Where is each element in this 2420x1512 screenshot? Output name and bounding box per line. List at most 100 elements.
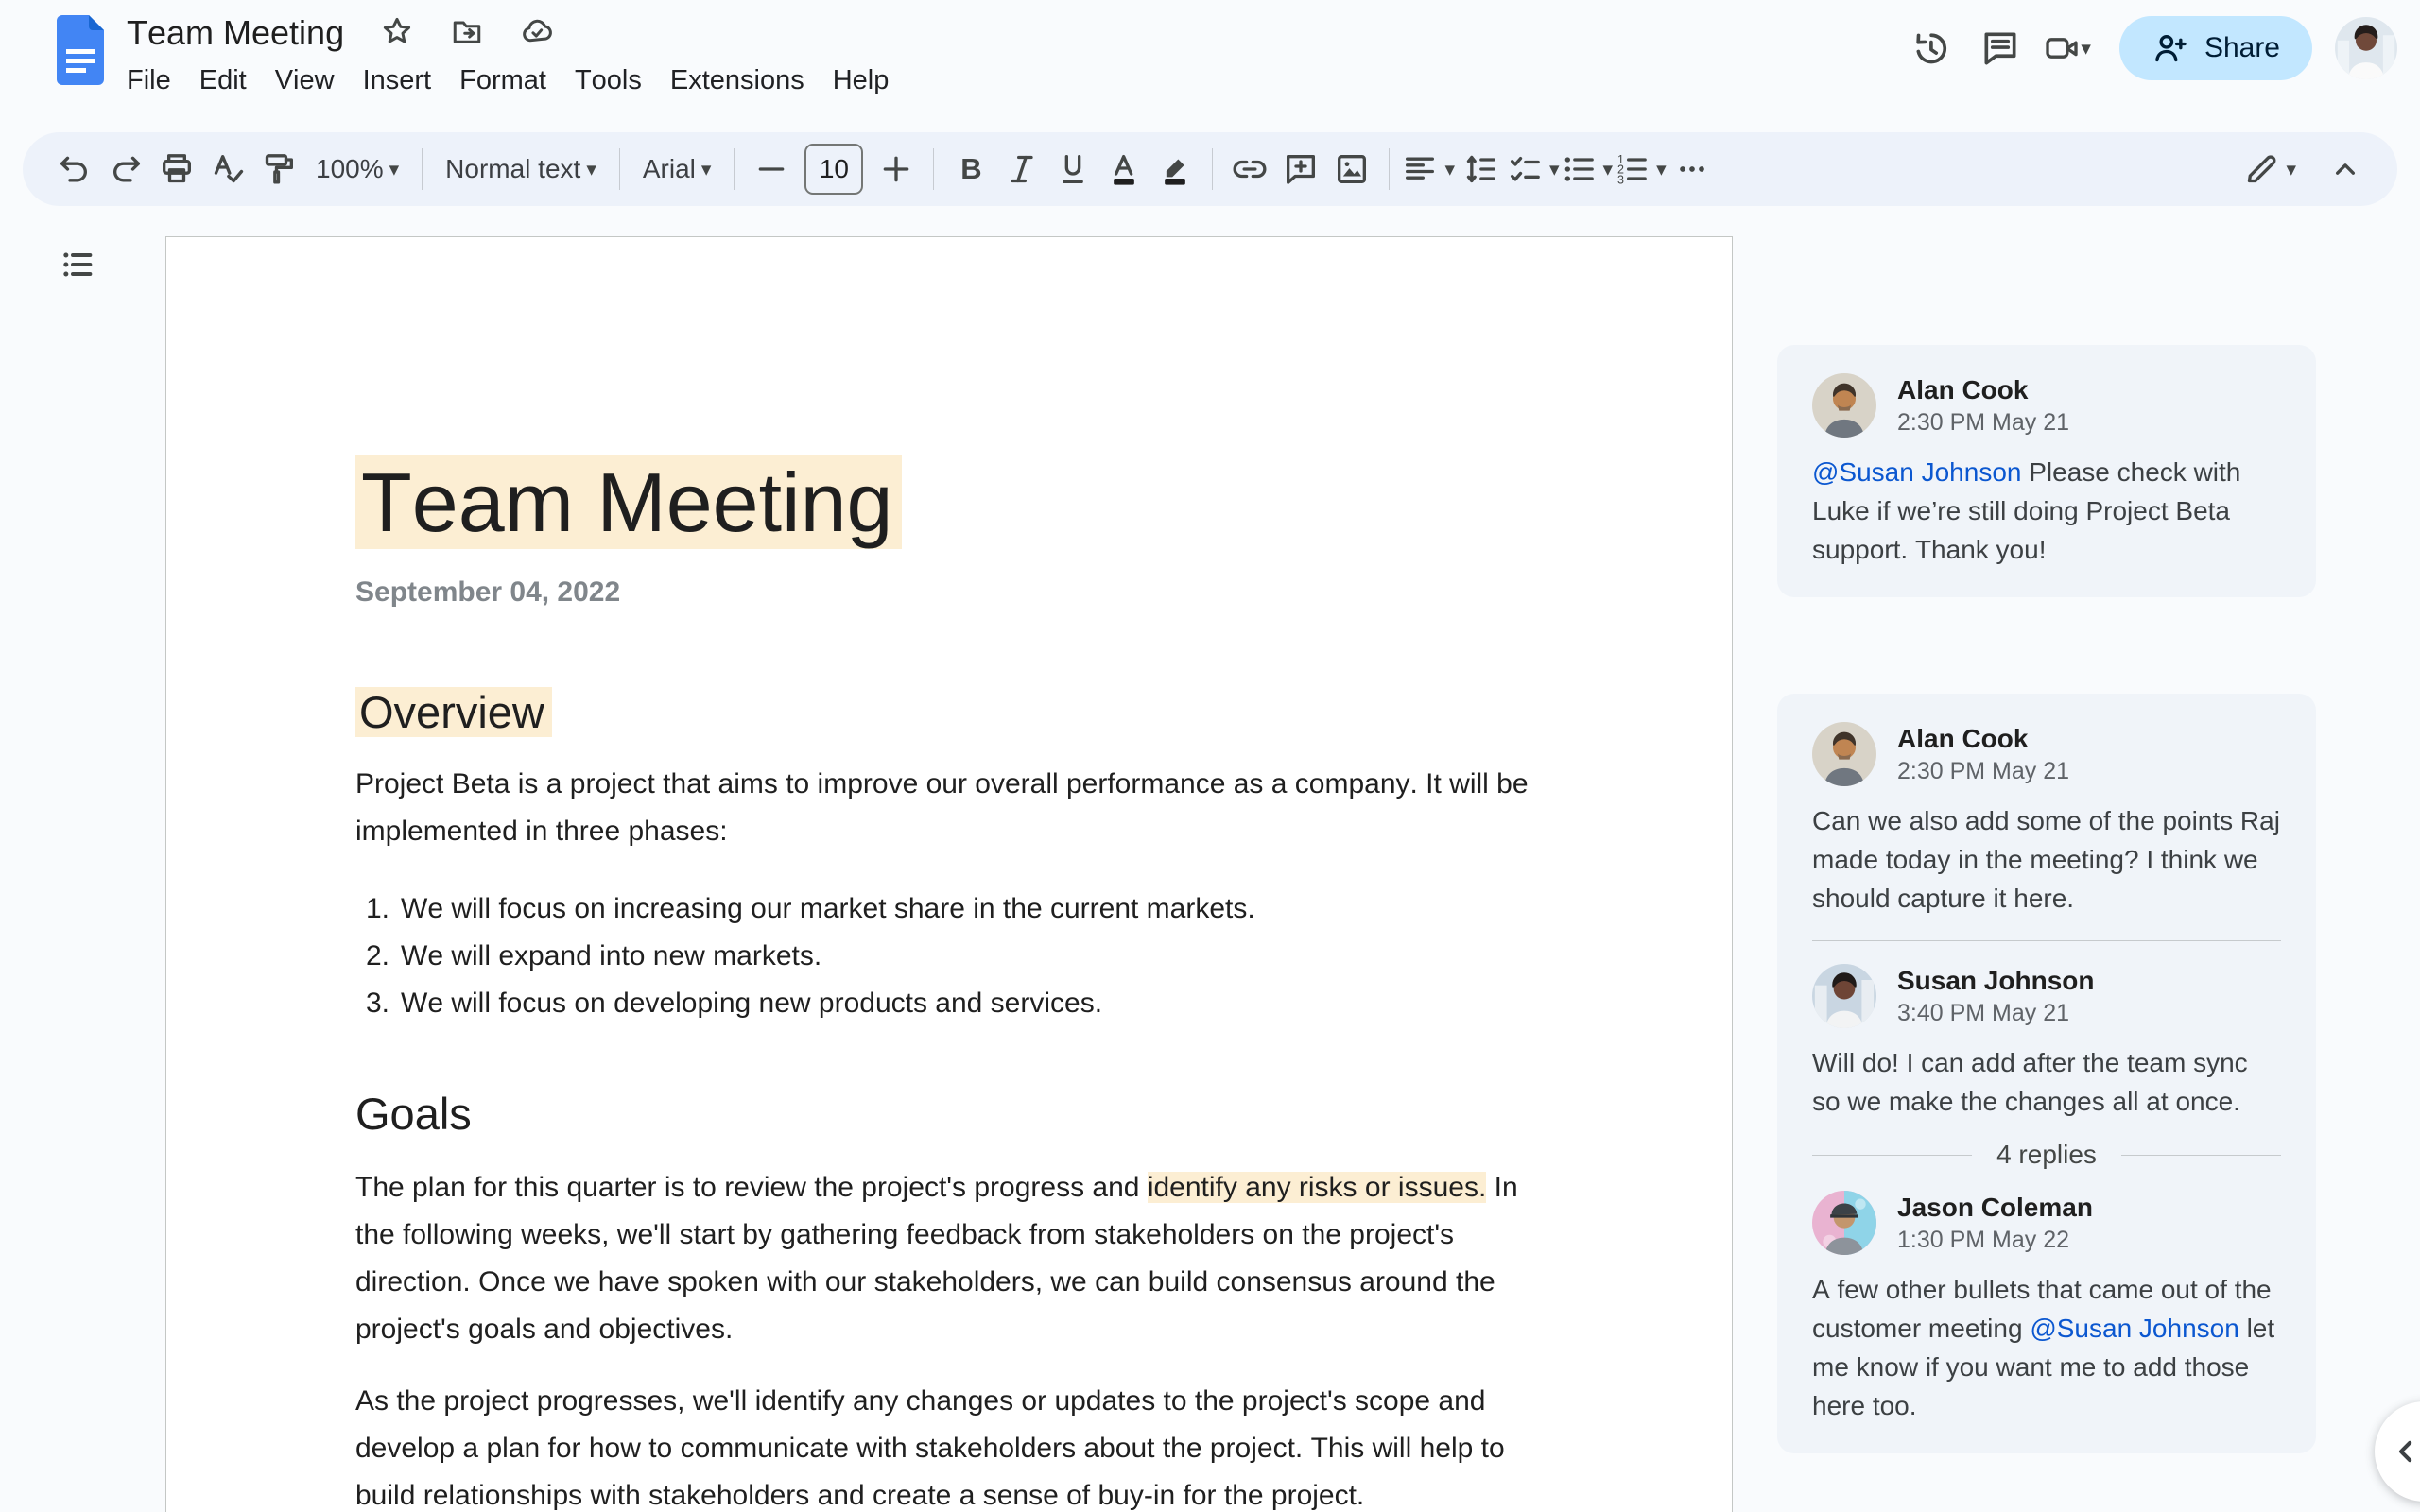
highlighted-text: identify any risks or issues. bbox=[1147, 1172, 1487, 1203]
add-comment-button[interactable] bbox=[1275, 142, 1326, 197]
comment-card[interactable]: Alan Cook 2:30 PM May 21 @Susan Johnson … bbox=[1777, 345, 2316, 597]
share-button[interactable]: Share bbox=[2118, 16, 2312, 80]
comment-timestamp: 3:40 PM May 21 bbox=[1897, 1000, 2070, 1026]
commenter-avatar bbox=[1812, 1191, 1876, 1255]
commenter-name: Jason Coleman bbox=[1897, 1193, 2093, 1222]
doc-date[interactable]: September 04, 2022 bbox=[355, 576, 1543, 609]
app-header: Team Meeting File Edit View Insert Forma… bbox=[0, 0, 2420, 112]
header-actions: ▾ Share bbox=[1895, 13, 2397, 83]
bold-button[interactable]: B bbox=[945, 142, 996, 197]
bulleted-list-button[interactable]: ▾ bbox=[1560, 142, 1614, 197]
svg-text:3: 3 bbox=[1617, 174, 1624, 187]
spell-check-button[interactable] bbox=[202, 142, 253, 197]
checklist-button[interactable]: ▾ bbox=[1506, 142, 1560, 197]
comment-body: Will do! I can add after the team sync s… bbox=[1812, 1048, 2248, 1116]
doc-paragraph-goals-1[interactable]: The plan for this quarter is to review t… bbox=[355, 1164, 1537, 1353]
increase-font-size-button[interactable] bbox=[871, 142, 922, 197]
more-options-button[interactable] bbox=[1667, 142, 1718, 197]
menu-extensions[interactable]: Extensions bbox=[656, 62, 819, 102]
insert-image-button[interactable] bbox=[1326, 142, 1377, 197]
zoom-select[interactable]: 100% ▾ bbox=[304, 142, 410, 197]
align-button[interactable]: ▾ bbox=[1401, 142, 1455, 197]
menu-format[interactable]: Format bbox=[445, 62, 561, 102]
zoom-caret-icon: ▾ bbox=[389, 158, 400, 180]
font-family-select[interactable]: Arial ▾ bbox=[631, 142, 723, 197]
print-button[interactable] bbox=[151, 142, 202, 197]
version-history-icon[interactable] bbox=[1895, 13, 1965, 83]
list-item[interactable]: 2. We will expand into new markets. bbox=[355, 933, 1543, 980]
style-caret-icon: ▾ bbox=[586, 158, 596, 180]
toolbar-separator bbox=[933, 148, 935, 190]
text-color-button[interactable] bbox=[1098, 142, 1150, 197]
editor-canvas: Team Meeting September 04, 2022 Overview… bbox=[0, 210, 2420, 1512]
comment-timestamp: 1:30 PM May 22 bbox=[1897, 1227, 2070, 1253]
menu-view[interactable]: View bbox=[261, 62, 349, 102]
divider-line bbox=[2120, 1154, 2281, 1156]
comment-body: Can we also add some of the points Raj m… bbox=[1812, 806, 2280, 913]
commenter-name: Susan Johnson bbox=[1897, 966, 2095, 995]
menu-file[interactable]: File bbox=[127, 62, 185, 102]
formatting-toolbar: 100% ▾ Normal text ▾ Arial ▾ 10 B ▾ ▾ ▾ … bbox=[23, 132, 2397, 206]
comments-icon[interactable] bbox=[1965, 13, 2035, 83]
redo-button[interactable] bbox=[100, 142, 151, 197]
doc-heading-overview[interactable]: Overview bbox=[355, 684, 1543, 740]
comment-body: A few other bullets that came out of the… bbox=[1812, 1275, 2275, 1420]
highlight-color-button[interactable] bbox=[1150, 142, 1201, 197]
document-title-field[interactable]: Team Meeting bbox=[127, 13, 344, 53]
hide-comments-button[interactable] bbox=[2375, 1401, 2420, 1502]
replies-toggle[interactable]: 4 replies bbox=[1812, 1140, 2281, 1170]
bulleted-list-caret-icon: ▾ bbox=[1602, 158, 1614, 180]
menu-edit[interactable]: Edit bbox=[185, 62, 261, 102]
toolbar-separator bbox=[1389, 148, 1391, 190]
doc-paragraph-overview[interactable]: Project Beta is a project that aims to i… bbox=[355, 761, 1537, 855]
mention-link[interactable]: @Susan Johnson bbox=[2030, 1314, 2238, 1343]
star-icon[interactable] bbox=[380, 14, 414, 53]
commenter-avatar bbox=[1812, 964, 1876, 1028]
font-caret-icon: ▾ bbox=[700, 158, 712, 180]
menu-bar: File Edit View Insert Format Tools Exten… bbox=[127, 62, 903, 102]
cloud-status-icon[interactable] bbox=[520, 14, 554, 53]
underline-button[interactable] bbox=[1047, 142, 1098, 197]
move-folder-icon[interactable] bbox=[450, 14, 484, 53]
person-add-icon bbox=[2155, 34, 2187, 62]
paint-format-button[interactable] bbox=[253, 142, 304, 197]
google-docs-logo-icon[interactable] bbox=[53, 13, 108, 87]
document-page[interactable]: Team Meeting September 04, 2022 Overview… bbox=[165, 236, 1733, 1512]
join-call-caret-icon[interactable]: ▾ bbox=[2081, 39, 2091, 59]
font-size-input[interactable]: 10 bbox=[804, 144, 864, 195]
comment-timestamp: 2:30 PM May 21 bbox=[1897, 758, 2070, 784]
doc-heading-title[interactable]: Team Meeting bbox=[355, 453, 1543, 552]
toolbar-separator bbox=[1212, 148, 1214, 190]
menu-help[interactable]: Help bbox=[819, 62, 904, 102]
menu-insert[interactable]: Insert bbox=[349, 62, 446, 102]
insert-link-button[interactable] bbox=[1224, 142, 1275, 197]
editing-mode-caret-icon: ▾ bbox=[2286, 158, 2296, 180]
numbered-list-caret-icon: ▾ bbox=[1656, 158, 1667, 180]
join-call-button[interactable]: ▾ bbox=[2035, 29, 2099, 67]
toolbar-separator bbox=[422, 148, 424, 190]
editing-mode-button[interactable]: ▾ bbox=[2242, 142, 2296, 197]
mention-link[interactable]: @Susan Johnson bbox=[1812, 457, 2021, 487]
commenter-avatar bbox=[1812, 722, 1876, 786]
toolbar-separator bbox=[734, 148, 735, 190]
comment-card[interactable]: Alan Cook 2:30 PM May 21 Can we also add… bbox=[1777, 694, 2316, 1453]
numbered-list-button[interactable]: 123 ▾ bbox=[1613, 142, 1667, 197]
divider-line bbox=[1812, 1154, 1973, 1156]
account-avatar[interactable] bbox=[2335, 17, 2397, 79]
line-spacing-button[interactable] bbox=[1455, 142, 1506, 197]
doc-numbered-list: 1. We will focus on increasing our marke… bbox=[355, 885, 1543, 1027]
hide-menus-button[interactable] bbox=[2320, 142, 2371, 197]
list-item[interactable]: 1. We will focus on increasing our marke… bbox=[355, 885, 1543, 933]
menu-tools[interactable]: Tools bbox=[561, 62, 656, 102]
doc-paragraph-goals-2[interactable]: As the project progresses, we'll identif… bbox=[355, 1378, 1537, 1512]
paragraph-style-select[interactable]: Normal text ▾ bbox=[434, 142, 608, 197]
doc-heading-goals[interactable]: Goals bbox=[355, 1086, 1543, 1142]
comments-panel: Alan Cook 2:30 PM May 21 @Susan Johnson … bbox=[1777, 345, 2316, 1453]
show-outline-button[interactable] bbox=[49, 240, 106, 289]
commenter-name: Alan Cook bbox=[1897, 375, 2029, 404]
commenter-avatar bbox=[1812, 373, 1876, 438]
undo-button[interactable] bbox=[49, 142, 100, 197]
decrease-font-size-button[interactable] bbox=[746, 142, 797, 197]
list-item[interactable]: 3. We will focus on developing new produ… bbox=[355, 980, 1543, 1027]
italic-button[interactable] bbox=[996, 142, 1047, 197]
